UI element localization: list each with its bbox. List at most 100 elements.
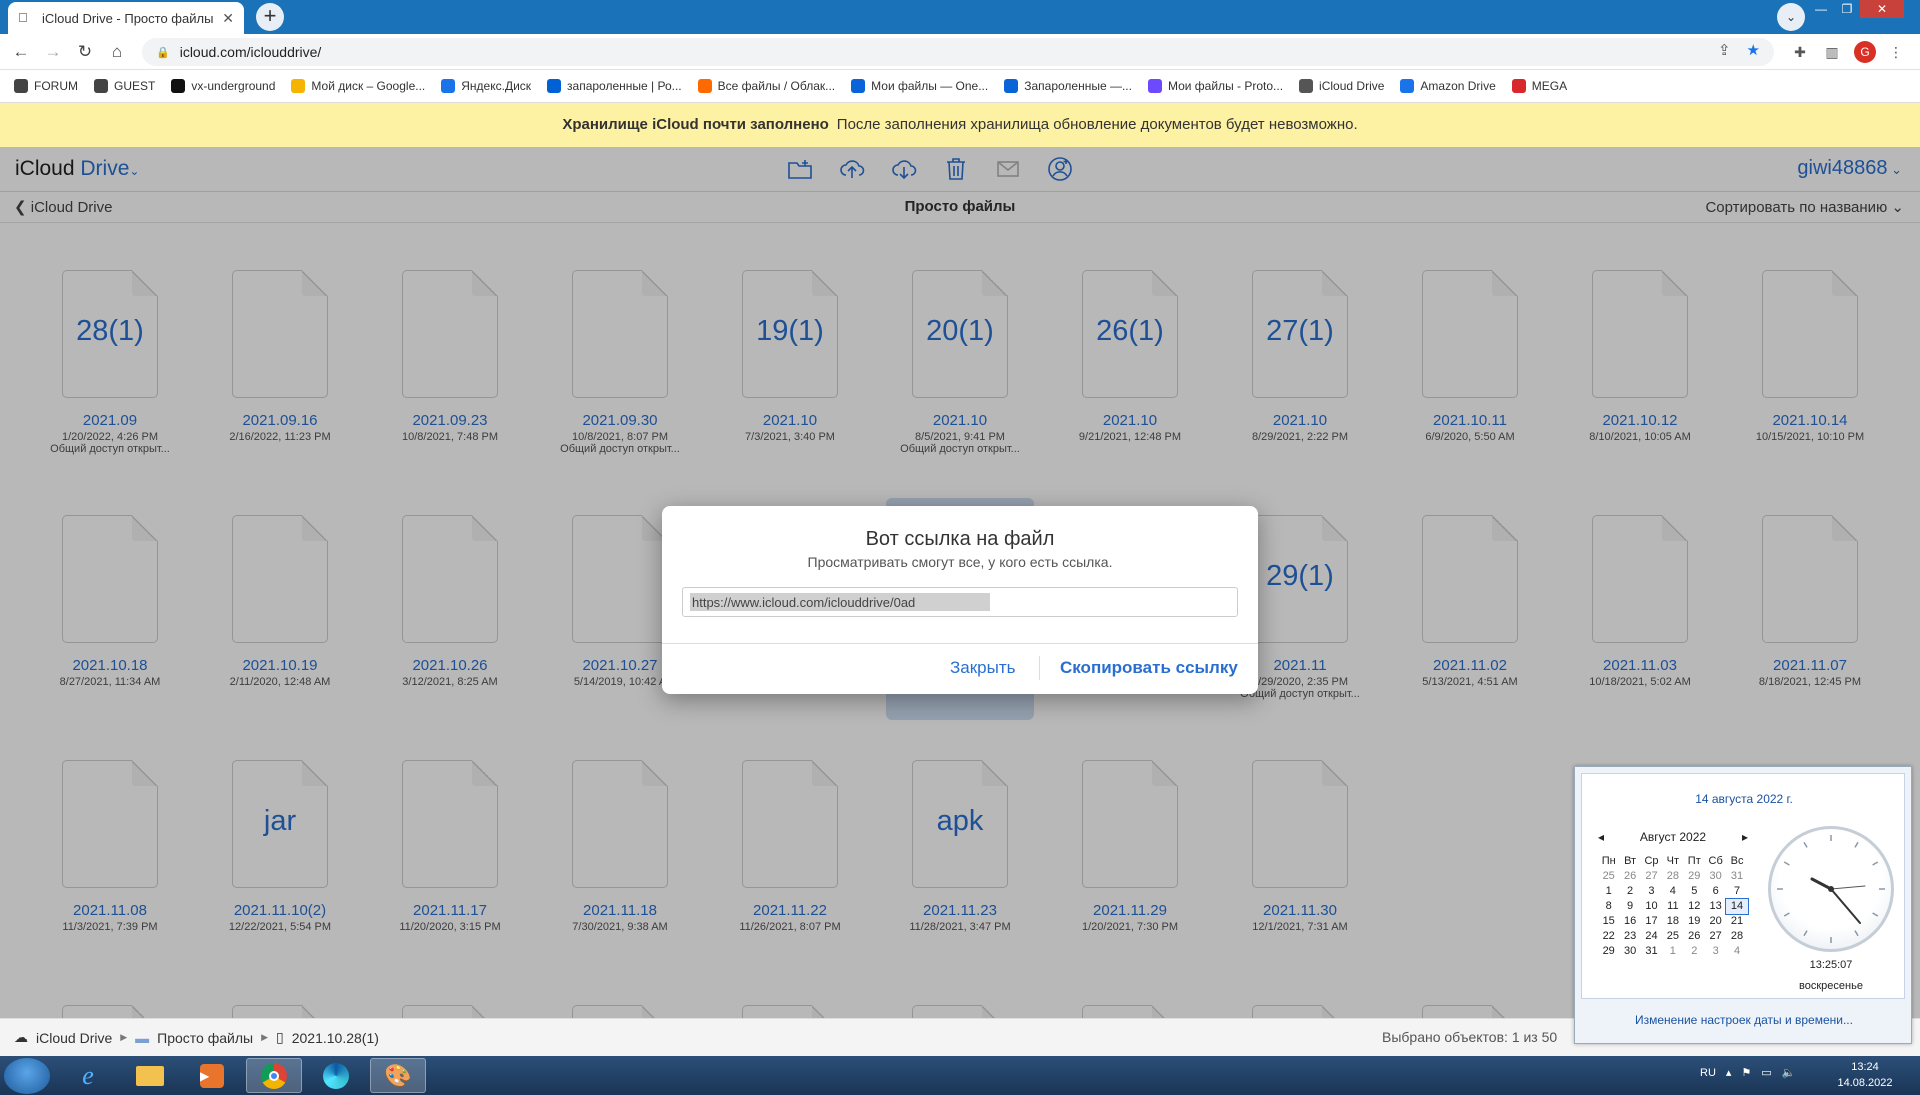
taskbar-clock[interactable]: 13:24 14.08.2022 [1832, 1059, 1898, 1091]
internet-explorer-icon[interactable]: e [60, 1058, 116, 1093]
calendar-day[interactable]: 9 [1619, 899, 1640, 914]
calendar-day[interactable]: 25 [1598, 869, 1619, 884]
address-bar[interactable]: 🔒 icloud.com/iclouddrive/ ⇪ ★ [142, 38, 1774, 66]
start-button[interactable] [4, 1058, 50, 1094]
calendar-day[interactable]: 26 [1684, 929, 1705, 944]
calendar-day[interactable]: 14 [1725, 898, 1749, 915]
volume-icon[interactable]: 🔈 [1782, 1066, 1796, 1079]
forward-icon[interactable]: → [41, 40, 65, 64]
calendar-day[interactable]: 7 [1726, 884, 1747, 899]
bookmark-item[interactable]: Все файлы / Облак... [697, 79, 835, 93]
bookmark-item[interactable]: FORUM [14, 79, 78, 93]
calendar-day[interactable]: 29 [1684, 869, 1705, 884]
new-tab-button[interactable]: + [256, 3, 284, 31]
edge-icon[interactable] [308, 1058, 364, 1093]
calendar-day[interactable]: 1 [1662, 944, 1683, 959]
calendar-day[interactable]: 4 [1662, 884, 1683, 899]
bookmark-item[interactable]: MEGA [1511, 79, 1567, 93]
home-icon[interactable]: ⌂ [105, 40, 129, 64]
calendar-week-row: 25 26 27 28 29 30 31 [1598, 869, 1748, 884]
menu-icon[interactable]: ⋮ [1884, 40, 1908, 64]
apple-icon:  [18, 11, 32, 25]
calendar-day[interactable]: 13 [1705, 899, 1726, 914]
paint-icon[interactable]: 🎨 [370, 1058, 426, 1093]
prev-month-icon[interactable]: ◂ [1598, 830, 1604, 844]
copy-link-button[interactable]: Скопировать ссылку [1060, 658, 1238, 678]
calendar-day[interactable]: 27 [1705, 929, 1726, 944]
next-month-icon[interactable]: ▸ [1742, 830, 1748, 844]
date-time-settings-link[interactable]: Изменение настроек даты и времени... [1575, 1013, 1913, 1027]
flag-icon[interactable]: ⚑ [1741, 1066, 1751, 1079]
tray-expand-icon[interactable]: ▴ [1726, 1066, 1732, 1079]
bookmark-item[interactable]: Мой диск – Google... [291, 79, 425, 93]
calendar-day[interactable]: 3 [1641, 884, 1662, 899]
calendar-day[interactable]: 8 [1598, 899, 1619, 914]
browser-tab[interactable]:  iCloud Drive - Просто файлы ✕ [8, 2, 244, 34]
bookmark-label: FORUM [34, 79, 78, 93]
reload-icon[interactable]: ↻ [73, 40, 97, 64]
calendar-day[interactable]: 31 [1726, 869, 1747, 884]
calendar-day[interactable]: 27 [1641, 869, 1662, 884]
calendar-day[interactable]: 21 [1726, 914, 1747, 929]
calendar-day[interactable]: 25 [1662, 929, 1683, 944]
bookmark-item[interactable]: Amazon Drive [1400, 79, 1496, 93]
calendar-day[interactable]: 28 [1662, 869, 1683, 884]
calendar-day[interactable]: 29 [1598, 944, 1619, 959]
calendar-day[interactable]: 15 [1598, 914, 1619, 929]
share-icon[interactable]: ⇪ [1718, 41, 1731, 59]
calendar-day[interactable]: 2 [1684, 944, 1705, 959]
calendar-day[interactable]: 24 [1641, 929, 1662, 944]
breadcrumb-folder[interactable]: Просто файлы [157, 1030, 253, 1046]
chrome-icon[interactable] [246, 1058, 302, 1093]
calendar-day[interactable]: 5 [1684, 884, 1705, 899]
calendar-day[interactable]: 16 [1619, 914, 1640, 929]
back-icon[interactable]: ← [9, 40, 33, 64]
calendar-day[interactable]: 12 [1684, 899, 1705, 914]
calendar-day[interactable]: 31 [1641, 944, 1662, 959]
calendar-date-header[interactable]: 14 августа 2022 г. [1582, 792, 1906, 806]
language-indicator[interactable]: RU [1700, 1067, 1716, 1079]
calendar-day[interactable]: 28 [1726, 929, 1747, 944]
calendar-day[interactable]: 30 [1705, 869, 1726, 884]
calendar-day[interactable]: 10 [1641, 899, 1662, 914]
breadcrumb-root[interactable]: iCloud Drive [36, 1030, 112, 1046]
calendar-day[interactable]: 22 [1598, 929, 1619, 944]
calendar-day[interactable]: 26 [1619, 869, 1640, 884]
tab-close-icon[interactable]: ✕ [222, 10, 234, 27]
network-icon[interactable]: ▭ [1761, 1066, 1771, 1079]
bookmark-item[interactable]: Мои файлы — One... [851, 79, 988, 93]
bookmark-item[interactable]: Мои файлы - Proto... [1147, 79, 1283, 93]
calendar-day[interactable]: 18 [1662, 914, 1683, 929]
share-link-dialog: Вот ссылка на файл Просматривать смогут … [662, 506, 1258, 694]
bookmark-item[interactable]: GUEST [94, 79, 155, 93]
calendar-day[interactable]: 30 [1619, 944, 1640, 959]
media-player-icon[interactable]: ▶ [184, 1058, 240, 1093]
bookmark-star-icon[interactable]: ★ [1747, 41, 1760, 59]
bookmark-item[interactable]: iCloud Drive [1299, 79, 1384, 93]
close-button[interactable]: Закрыть [950, 658, 1015, 678]
calendar-day[interactable]: 6 [1705, 884, 1726, 899]
calendar-day[interactable]: 3 [1705, 944, 1726, 959]
bookmark-item[interactable]: Запароленные —... [1004, 79, 1132, 93]
calendar-day[interactable]: 1 [1598, 884, 1619, 899]
file-explorer-icon[interactable] [122, 1058, 178, 1093]
calendar-day[interactable]: 11 [1662, 899, 1683, 914]
calendar-day[interactable]: 17 [1641, 914, 1662, 929]
calendar-day[interactable]: 19 [1684, 914, 1705, 929]
calendar-day[interactable]: 2 [1619, 884, 1640, 899]
calendar-month[interactable]: Август 2022 [1640, 830, 1706, 844]
side-panel-icon[interactable]: ▥ [1820, 40, 1844, 64]
calendar-weekday: Пн [1601, 855, 1616, 867]
calendar-day[interactable]: 20 [1705, 914, 1726, 929]
bookmark-item[interactable]: Яндекс.Диск [441, 79, 531, 93]
window-close-icon[interactable]: ✕ [1860, 0, 1904, 18]
profile-avatar[interactable]: G [1854, 41, 1876, 63]
calendar-day[interactable]: 23 [1619, 929, 1640, 944]
tab-search-button[interactable]: ⌄ [1777, 3, 1805, 31]
calendar-day[interactable]: 4 [1726, 944, 1747, 959]
maximize-icon[interactable]: ❐ [1834, 0, 1860, 18]
bookmark-item[interactable]: vx-underground [171, 79, 275, 93]
minimize-icon[interactable]: — [1808, 0, 1834, 18]
bookmark-item[interactable]: запароленные | Ро... [547, 79, 682, 93]
extensions-icon[interactable]: ✚ [1788, 40, 1812, 64]
